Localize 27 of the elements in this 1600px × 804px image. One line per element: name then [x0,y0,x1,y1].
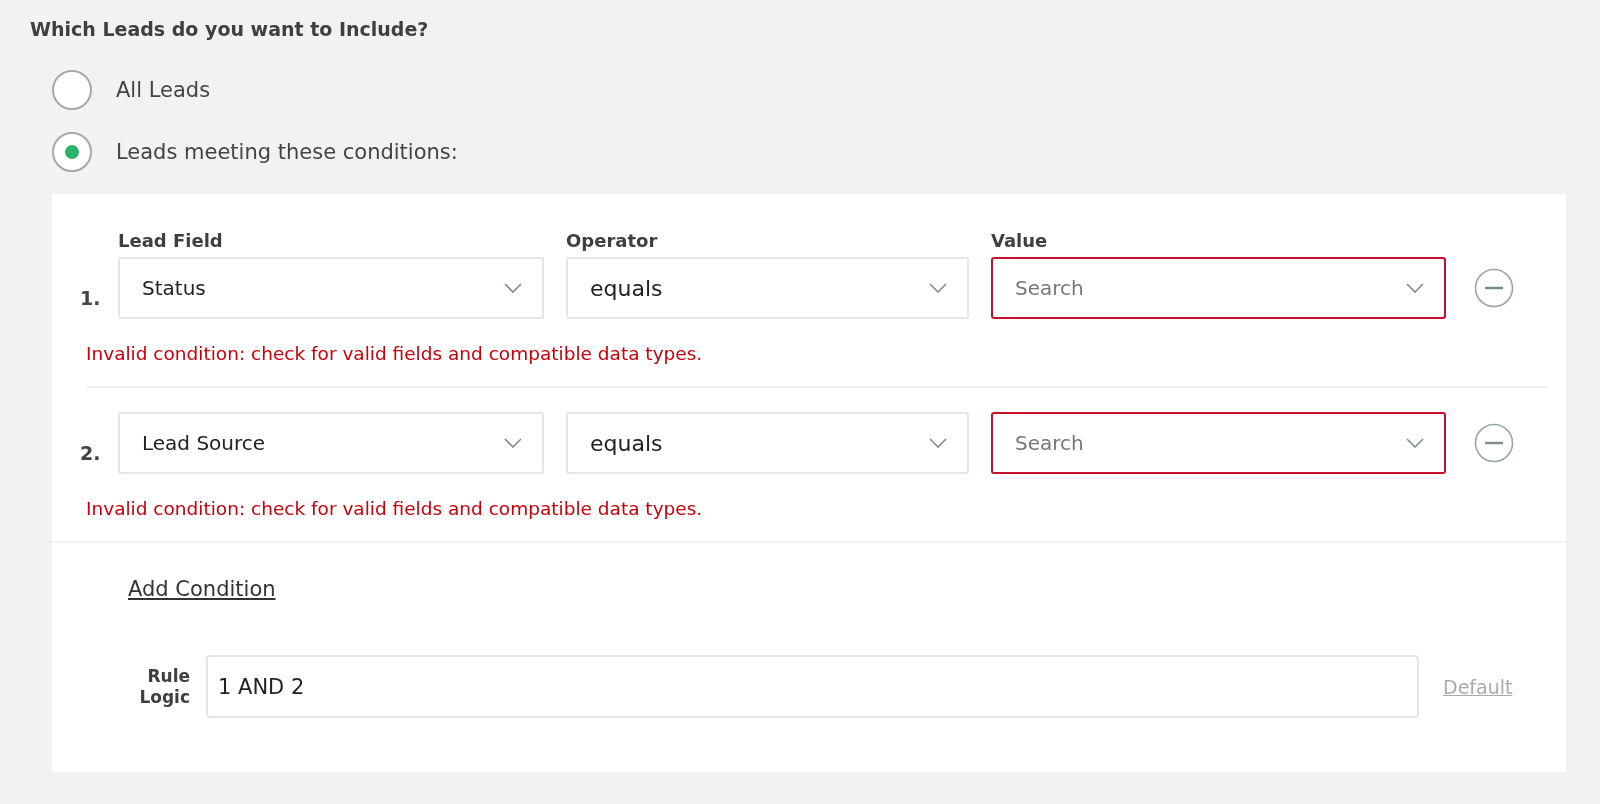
column-header: Value [991,230,1049,251]
remove-icon[interactable] [1474,423,1514,463]
chevron-down-icon [929,438,947,448]
chevron-down-icon [504,283,522,293]
remove-icon[interactable] [1474,268,1514,308]
lead-field-dropdown[interactable]: Lead Source [118,412,544,474]
column-header: Operator [566,230,659,251]
radio-label: Leads meeting these conditions: [116,140,458,164]
add-condition-link[interactable]: Add Condition [128,577,276,601]
rule-logic-label: Rule Logic [138,666,190,707]
error-message: Invalid condition: check for valid fields and compatible data types. [86,343,704,364]
chevron-down-icon [1406,283,1424,293]
operator-dropdown[interactable]: equals [566,412,969,474]
value-search-field[interactable]: Search [991,257,1446,319]
radio-label: All Leads [116,78,211,102]
chevron-down-icon [929,283,947,293]
radio-button[interactable] [52,70,92,110]
chevron-down-icon [504,438,522,448]
section-heading: Which Leads do you want to Include? [30,18,430,40]
column-header: Lead Field [118,230,224,251]
chevron-down-icon [1406,438,1424,448]
operator-dropdown[interactable]: equals [566,257,969,319]
lead-field-dropdown[interactable]: Status [118,257,544,319]
error-message: Invalid condition: check for valid fields and compatible data types. [86,498,704,519]
rule-logic-input[interactable]: 1 AND 2 [206,655,1419,718]
value-search-field[interactable]: Search [991,412,1446,474]
radio-button[interactable] [52,132,92,172]
